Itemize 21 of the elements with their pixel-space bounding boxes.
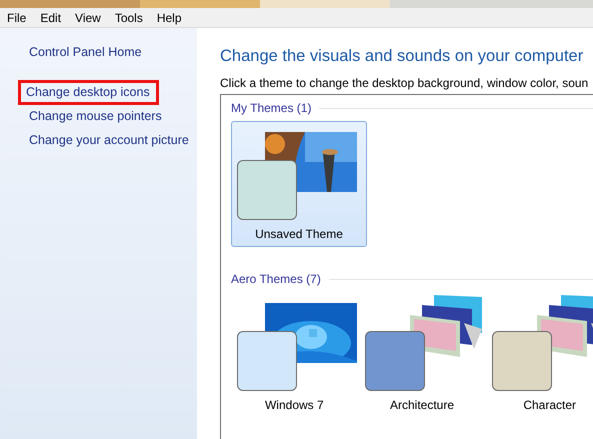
theme-name: Windows 7 [264,398,324,412]
theme-name: Character [523,398,576,412]
sidebar-link[interactable]: Change your account picture [26,128,192,153]
menu-item[interactable]: Tools [108,10,149,24]
sidebar-link[interactable]: Change desktop icons [18,80,159,105]
group-heading: Aero Themes (7) [231,272,321,286]
theme-name: Architecture [390,398,454,412]
sidebar-link[interactable]: Control Panel Home [26,40,145,65]
theme-tile[interactable]: Windows 7 [231,292,358,418]
theme-tile[interactable]: Architecture [358,292,486,418]
menu-item[interactable]: View [69,10,107,24]
theme-tile[interactable]: Unsaved Theme [231,121,367,247]
sidebar-link[interactable]: Change mouse pointers [26,104,165,129]
theme-tile[interactable]: Character [486,292,593,418]
group-heading: My Themes (1) [231,101,312,115]
menu-item[interactable]: Help [150,10,188,24]
page-heading: Change the visuals and sounds on your computer [220,47,584,66]
menu-item[interactable]: File [1,10,32,24]
description-text: Click a theme to change the desktop background, window color, soun [220,76,590,90]
theme-name: Unsaved Theme [255,227,343,241]
menu-item[interactable]: Edit [34,10,68,24]
